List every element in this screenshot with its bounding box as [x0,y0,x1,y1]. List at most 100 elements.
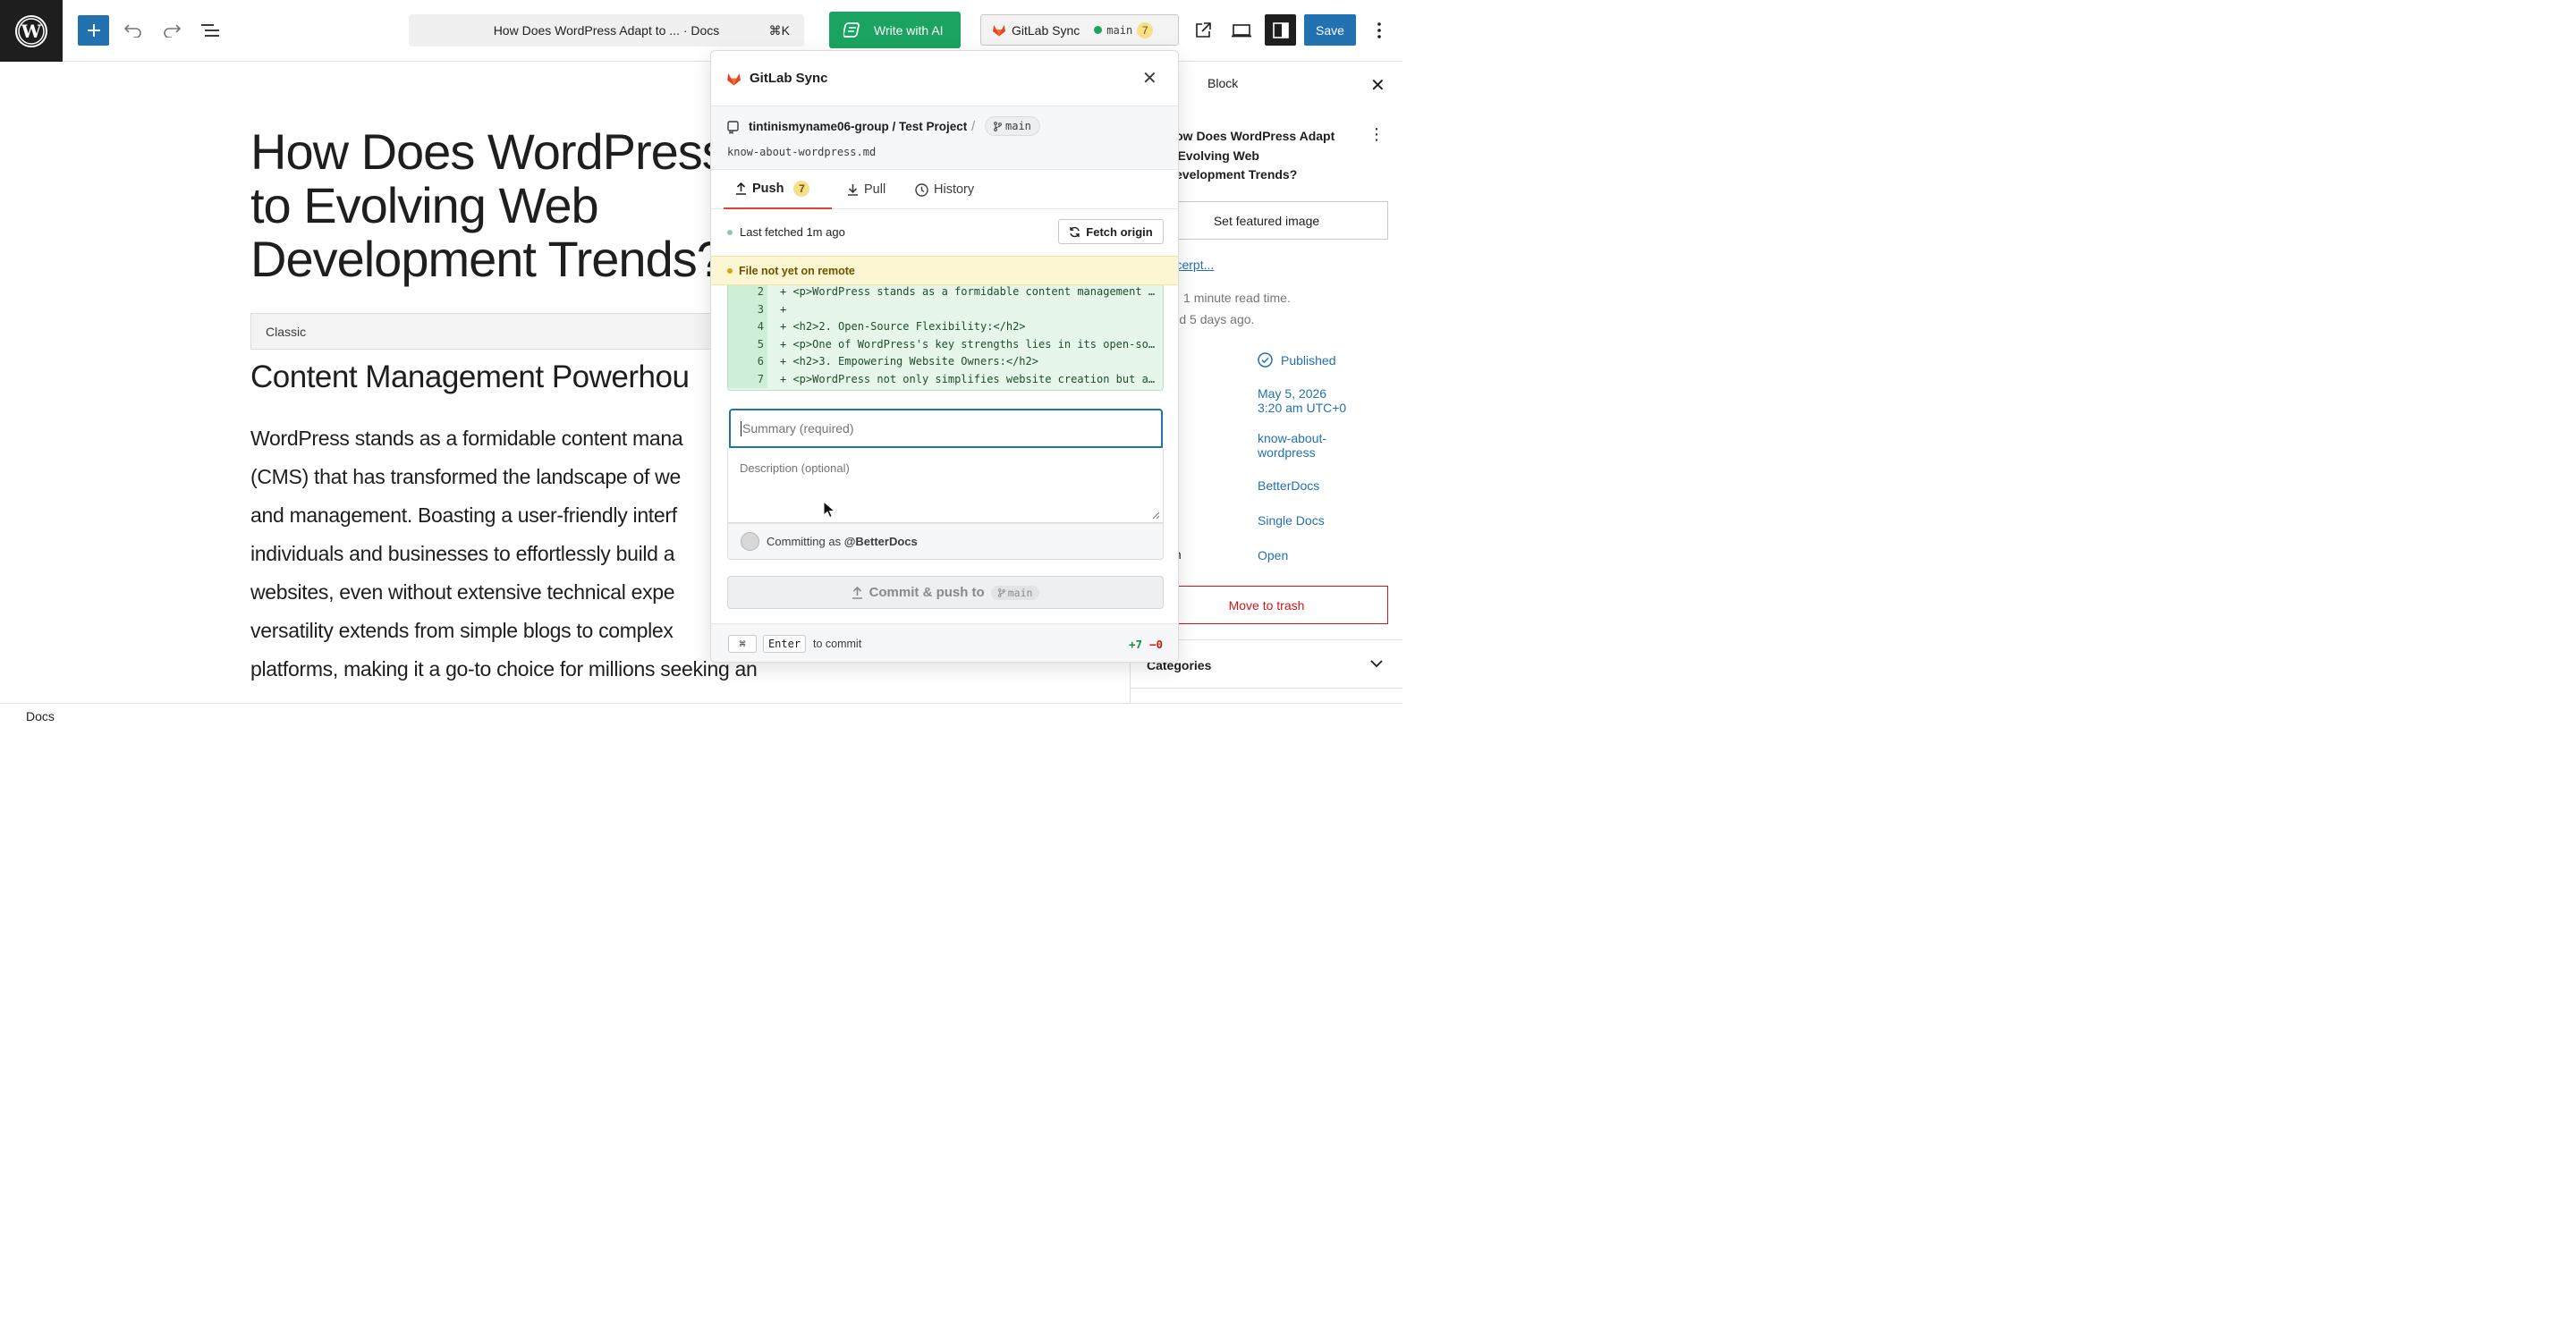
diff-line-code: + <h2>2. Open-Source Flexibility:</h2> [780,320,1026,333]
warning-dot [727,267,733,274]
undo-icon[interactable] [121,15,146,46]
committing-prefix: Committing as [767,535,842,548]
repository-info: tintinismyname06-group / Test Project / … [711,106,1178,170]
classic-block-toolbar[interactable]: Classic [250,313,751,350]
commit-push-button[interactable]: Commit & push to main [727,576,1164,609]
tab-history[interactable]: History [915,170,974,209]
path-separator: / [971,119,976,134]
diff-viewer[interactable]: 2 + <p>WordPress stands as a formidable … [727,285,1164,391]
wordpress-logo-icon[interactable]: W [0,0,63,62]
sidebar-post-title: How Does WordPress Adapt o Evolving Web … [1166,127,1363,185]
upload-icon [736,182,746,195]
fetch-status: Last fetched 1m ago [727,225,845,239]
tab-push[interactable]: Push 7 [724,170,832,209]
summary-placeholder: Summary (required) [742,421,854,435]
file-path: know-about-wordpress.md [727,146,877,158]
discussion-value[interactable]: Open [1258,548,1288,562]
tab-block[interactable]: Block [1208,76,1238,90]
diff-line-code: + <h2>3. Empowering Website Owners:</h2> [780,355,1038,368]
commit-description-input[interactable]: Description (optional) [727,448,1164,523]
template-value[interactable]: Single Docs [1258,513,1325,528]
sync-tabs: Push 7 Pull History [711,170,1178,209]
close-icon[interactable]: ✕ [1142,67,1157,89]
post-title-line: How Does WordPress [250,123,727,180]
command-shortcut: ⌘K [768,22,790,38]
resize-handle-icon[interactable] [1152,512,1160,520]
remote-warning-text: File not yet on remote [739,264,855,277]
last-fetched-text: Last fetched 1m ago [740,225,845,239]
tab-pull[interactable]: Pull [847,170,886,209]
remote-warning: File not yet on remote [711,256,1178,285]
commit-branch-pill: main [990,585,1040,600]
move-to-trash-button[interactable]: Move to trash [1145,586,1388,624]
redo-icon[interactable] [159,15,184,46]
popover-title: GitLab Sync [750,71,828,86]
branch-name: main [1106,23,1133,37]
breadcrumb[interactable]: Docs [26,709,55,723]
fetch-status-dot [727,229,733,235]
gitlab-logo-icon [993,25,1005,37]
diff-line-code: + <p>One of WordPress's key strengths li… [780,337,1156,351]
ai-pen-icon [843,21,860,38]
more-options-icon[interactable] [1368,15,1390,46]
publish-date[interactable]: May 5, 2026 3:20 am UTC+0 [1258,386,1346,415]
branch-pill: main [985,116,1040,136]
tab-history-label: History [934,182,975,197]
svg-text:W: W [21,21,42,42]
pending-count-badge: 7 [1137,21,1154,38]
diff-line-code: + <p>WordPress not only simplifies websi… [780,372,1156,385]
content-heading[interactable]: Content Management Powerhou [250,359,690,395]
status-value[interactable]: Published [1258,352,1336,368]
gitlab-sync-label: GitLab Sync [1012,22,1080,38]
upload-icon [852,586,862,599]
document-overview-icon[interactable] [198,15,223,46]
view-post-icon[interactable] [1191,15,1216,46]
write-with-ai-button[interactable]: Write with AI [829,12,961,48]
branch-indicator: main 7 [1094,21,1154,38]
diff-line-number: 5 [728,335,767,353]
diff-line-code: + [780,302,787,316]
fetch-status-row: Last fetched 1m ago Fetch origin [711,209,1178,256]
write-with-ai-label: Write with AI [874,22,944,38]
fetch-origin-label: Fetch origin [1086,224,1153,239]
save-button[interactable]: Save [1304,14,1356,46]
fetch-origin-button[interactable]: Fetch origin [1058,219,1164,244]
author-value[interactable]: BetterDocs [1258,478,1319,493]
branch-icon [994,121,1002,131]
cmd-key: ⌘ [728,635,757,653]
description-placeholder: Description (optional) [740,461,850,475]
gitlab-sync-popover: GitLab Sync ✕ tintinismyname06-group / T… [710,50,1179,663]
repository-icon [727,121,739,139]
chevron-down-icon [1370,656,1383,671]
add-block-button[interactable] [78,15,109,46]
committing-user: @BetterDocs [843,535,918,548]
avatar [741,532,759,551]
sync-status-dot [1094,26,1103,34]
command-palette-bar[interactable]: How Does WordPress Adapt to ... · Docs ⌘… [409,14,804,47]
enter-key: Enter [763,635,806,653]
diff-line-number: 7 [728,370,767,388]
branch-pill-name: main [1005,120,1031,132]
gitlab-sync-button[interactable]: GitLab Sync main 7 [980,14,1179,46]
settings-sidebar-toggle-icon[interactable] [1265,14,1296,46]
post-actions-icon[interactable]: ⋮ [1368,125,1385,144]
popover-footer: ⌘ Enter to commit +7 −0 [711,623,1178,662]
post-title[interactable]: How Does WordPress to Evolving Web Devel… [250,125,751,286]
diff-line-number: 6 [728,353,767,371]
mouse-cursor-icon [823,500,836,523]
close-sidebar-icon[interactable]: ✕ [1370,74,1385,97]
popover-header: GitLab Sync ✕ [711,51,1178,106]
clock-icon [915,182,928,197]
command-bar-title: How Does WordPress Adapt to ... · Docs [493,23,720,38]
commit-summary-input[interactable]: Summary (required) [729,409,1163,448]
published-check-icon [1258,352,1273,368]
set-featured-image-button[interactable]: Set featured image [1145,201,1388,240]
preview-device-icon[interactable] [1229,15,1254,46]
repository-path: tintinismyname06-group / Test Project [749,120,968,133]
gitlab-logo-icon [726,72,741,90]
shortcut-hint: to commit [813,638,862,650]
tab-pull-label: Pull [864,182,886,197]
commit-branch-name: main [1007,586,1033,599]
slug-value[interactable]: know-about- wordpress [1258,431,1326,460]
committing-as-row: Committing as @BetterDocs [727,523,1164,560]
